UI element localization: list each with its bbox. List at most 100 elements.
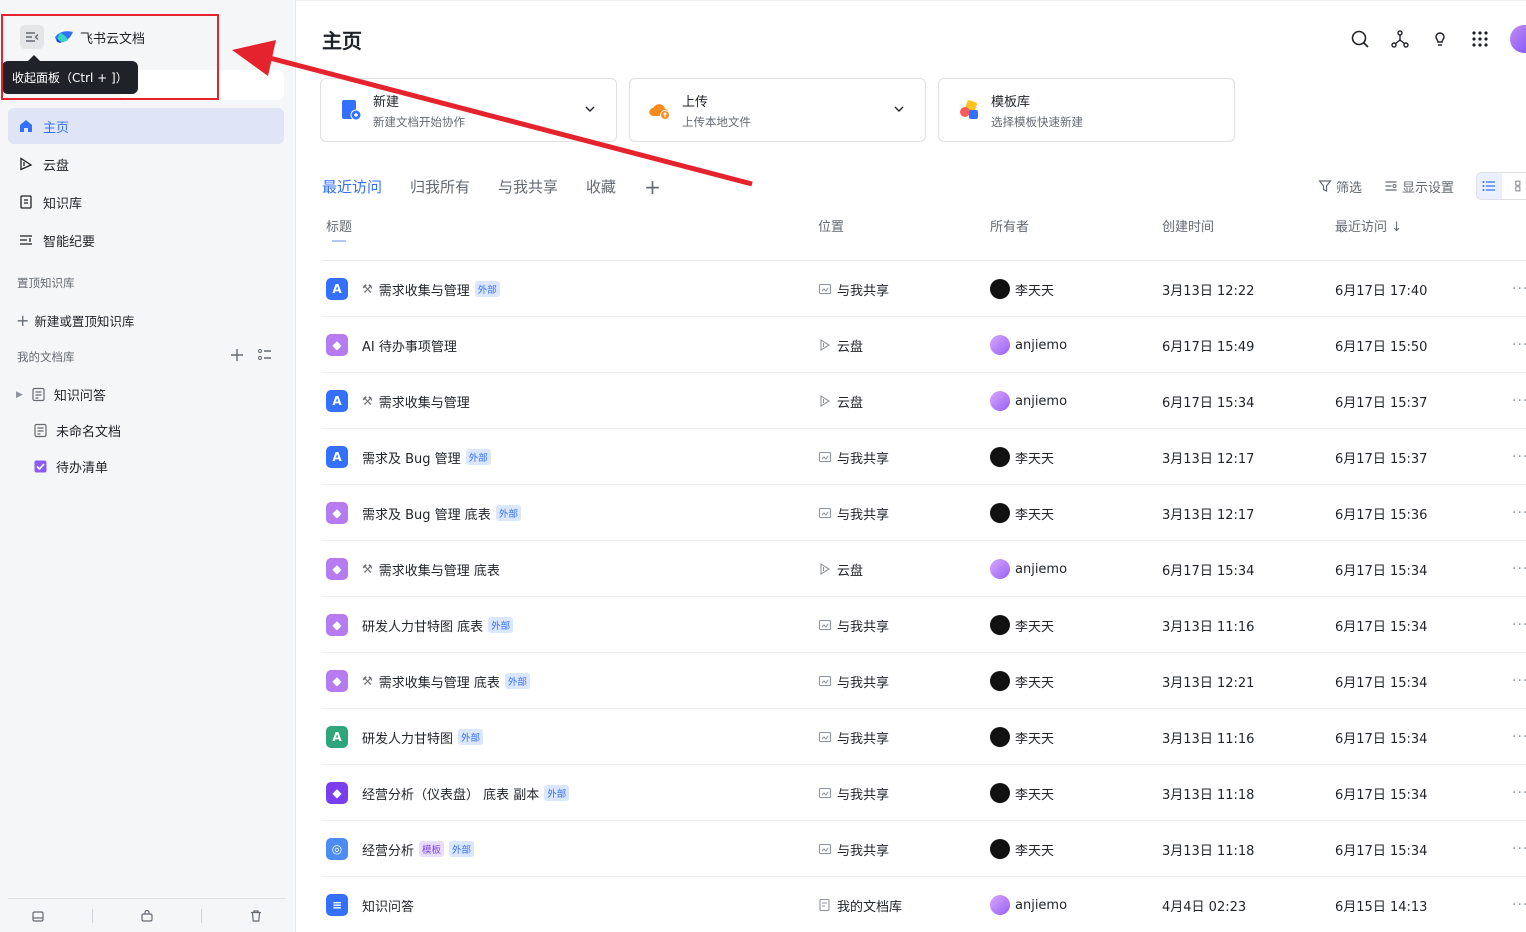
storage-icon[interactable] — [31, 909, 45, 923]
location-cell[interactable]: 与我共享 — [818, 709, 889, 765]
sidebar-item-drive[interactable]: 云盘 — [8, 146, 284, 182]
table-row[interactable]: A 需求及 Bug 管理 外部 与我共享 李天天 3月13日 12:17 6月17日 15:… — [322, 429, 1526, 485]
doc-title[interactable]: 研发人力甘特图 底表 外部 — [362, 616, 514, 635]
lock-bag-icon[interactable] — [140, 909, 154, 923]
lightbulb-icon[interactable] — [1430, 29, 1450, 49]
owner-cell[interactable]: anjiemo — [990, 541, 1067, 597]
row-more-button[interactable]: ··· — [1512, 597, 1526, 653]
sidebar-item-minutes[interactable]: 智能纪要 — [8, 222, 284, 258]
row-more-button[interactable]: ··· — [1512, 317, 1526, 373]
location-cell[interactable]: 与我共享 — [818, 261, 889, 317]
owner-cell[interactable]: 李天天 — [990, 261, 1054, 317]
doc-title[interactable]: 经营分析 模板 外部 — [362, 840, 475, 859]
table-row[interactable]: ◎ 经营分析 模板 外部 与我共享 李天天 3月13日 11:18 6月17日 15:34 ··… — [322, 821, 1526, 877]
location-cell[interactable]: 我的文档库 — [818, 877, 902, 932]
row-more-button[interactable]: ··· — [1512, 821, 1526, 877]
user-avatar[interactable] — [1510, 25, 1526, 53]
row-more-button[interactable]: ··· — [1512, 877, 1526, 932]
table-row[interactable]: A ⚒ 需求收集与管理 外部 与我共享 李天天 3月13日 12:22 6月17日 17:40… — [322, 261, 1526, 317]
owner-cell[interactable]: anjiemo — [990, 317, 1067, 373]
column-created[interactable]: 创建时间 — [1162, 216, 1214, 235]
collapse-panel-button[interactable] — [20, 25, 44, 49]
add-tab-button[interactable]: + — [644, 177, 661, 197]
table-row[interactable]: ◆ ⚒ 需求收集与管理 底表 云盘 anjiemo 6月17日 15:34 6月17日 15… — [322, 541, 1526, 597]
doc-title[interactable]: 需求及 Bug 管理 底表 外部 — [362, 504, 521, 523]
row-more-button[interactable]: ··· — [1512, 765, 1526, 821]
location-cell[interactable]: 与我共享 — [818, 429, 889, 485]
owner-cell[interactable]: 李天天 — [990, 429, 1054, 485]
location-cell[interactable]: 与我共享 — [818, 653, 889, 709]
tree-item-untitled[interactable]: 未命名文档 — [33, 421, 121, 440]
doc-title[interactable]: 需求及 Bug 管理 外部 — [362, 448, 491, 467]
location-cell[interactable]: 云盘 — [818, 541, 863, 597]
tree-item-todo[interactable]: 待办清单 — [33, 457, 108, 476]
location-cell[interactable]: 与我共享 — [818, 821, 889, 877]
doc-title[interactable]: 知识问答 — [362, 896, 414, 915]
doc-title[interactable]: AI 待办事项管理 — [362, 336, 457, 355]
search-icon[interactable] — [1350, 29, 1370, 49]
location-cell[interactable]: 云盘 — [818, 373, 863, 429]
table-row[interactable]: A ⚒ 需求收集与管理 云盘 anjiemo 6月17日 15:34 6月17日 15:37… — [322, 373, 1526, 429]
doc-title[interactable]: ⚒ 需求收集与管理 — [362, 392, 470, 411]
row-more-button[interactable]: ··· — [1512, 373, 1526, 429]
tab-recent[interactable]: 最近访问 — [322, 176, 382, 197]
owner-cell[interactable]: 李天天 — [990, 709, 1054, 765]
column-title[interactable]: 标题 — [326, 216, 352, 235]
location-cell[interactable]: 与我共享 — [818, 485, 889, 541]
row-more-button[interactable]: ··· — [1512, 261, 1526, 317]
row-more-button[interactable]: ··· — [1512, 709, 1526, 765]
owner-cell[interactable]: anjiemo — [990, 877, 1067, 932]
table-row[interactable]: ◆ 研发人力甘特图 底表 外部 与我共享 李天天 3月13日 11:16 6月17日 15:… — [322, 597, 1526, 653]
doc-title[interactable]: ⚒ 需求收集与管理 底表 外部 — [362, 672, 530, 691]
list-settings-icon[interactable] — [256, 346, 274, 364]
new-pinned-wiki-button[interactable]: + 新建或置顶知识库 — [16, 311, 134, 330]
network-icon[interactable] — [1390, 29, 1410, 49]
expand-arrow-icon[interactable]: ▶ — [16, 390, 23, 400]
chevron-down-icon[interactable] — [584, 103, 596, 115]
owner-cell[interactable]: 李天天 — [990, 653, 1054, 709]
sidebar-item-wiki[interactable]: 知识库 — [8, 184, 284, 220]
sidebar-search-input[interactable] — [120, 70, 284, 100]
table-row[interactable]: ◆ AI 待办事项管理 云盘 anjiemo 6月17日 15:49 6月17日 15:5… — [322, 317, 1526, 373]
table-row[interactable]: ◆ ⚒ 需求收集与管理 底表 外部 与我共享 李天天 3月13日 12:21 6月17日 15… — [322, 653, 1526, 709]
new-doc-card[interactable]: 新建 新建文档开始协作 — [320, 78, 617, 142]
template-library-card[interactable]: 模板库 选择模板快速新建 — [938, 78, 1235, 142]
table-row[interactable]: ◆ 经营分析（仪表盘） 底表 副本 外部 与我共享 李天天 3月13日 11:18 6月17… — [322, 765, 1526, 821]
location-cell[interactable]: 云盘 — [818, 317, 863, 373]
tab-owned[interactable]: 归我所有 — [410, 176, 470, 197]
trash-icon[interactable] — [249, 909, 263, 923]
table-row[interactable]: ≡ 知识问答 我的文档库 anjiemo 4月4日 02:23 6月15日 14:13 ··… — [322, 877, 1526, 932]
upload-card[interactable]: 上传 上传本地文件 — [629, 78, 926, 142]
row-more-button[interactable]: ··· — [1512, 429, 1526, 485]
owner-cell[interactable]: 李天天 — [990, 821, 1054, 877]
owner-cell[interactable]: 李天天 — [990, 485, 1054, 541]
app-grid-icon[interactable] — [1470, 29, 1490, 49]
doc-title[interactable]: ⚒ 需求收集与管理 底表 — [362, 560, 500, 579]
column-location[interactable]: 位置 — [818, 216, 844, 235]
grid-view-icon[interactable] — [1514, 179, 1526, 193]
display-settings-button[interactable]: 显示设置 — [1384, 177, 1454, 196]
sidebar-item-home[interactable]: 主页 — [8, 108, 284, 144]
owner-cell[interactable]: 李天天 — [990, 597, 1054, 653]
add-doc-icon[interactable] — [228, 346, 246, 364]
doc-title[interactable]: 经营分析（仪表盘） 底表 副本 外部 — [362, 784, 570, 803]
table-row[interactable]: ◆ 需求及 Bug 管理 底表 外部 与我共享 李天天 3月13日 12:17 6月17日 … — [322, 485, 1526, 541]
table-row[interactable]: A 研发人力甘特图 外部 与我共享 李天天 3月13日 11:16 6月17日 15:34 ·… — [322, 709, 1526, 765]
row-more-button[interactable]: ··· — [1512, 541, 1526, 597]
tab-favorites[interactable]: 收藏 — [586, 176, 616, 197]
owner-cell[interactable]: 李天天 — [990, 765, 1054, 821]
location-cell[interactable]: 与我共享 — [818, 597, 889, 653]
owner-cell[interactable]: anjiemo — [990, 373, 1067, 429]
doc-title[interactable]: ⚒ 需求收集与管理 外部 — [362, 280, 500, 299]
list-view-button[interactable] — [1477, 173, 1502, 199]
filter-button[interactable]: 筛选 — [1318, 177, 1362, 196]
location-cell[interactable]: 与我共享 — [818, 765, 889, 821]
tree-item-qa[interactable]: ▶ 知识问答 — [16, 385, 106, 404]
row-more-button[interactable]: ··· — [1512, 653, 1526, 709]
row-more-button[interactable]: ··· — [1512, 485, 1526, 541]
tab-shared[interactable]: 与我共享 — [498, 176, 558, 197]
doc-title[interactable]: 研发人力甘特图 外部 — [362, 728, 484, 747]
chevron-down-icon[interactable] — [893, 103, 905, 115]
column-owner[interactable]: 所有者 — [990, 216, 1029, 235]
column-last-visited[interactable]: 最近访问 ↓ — [1335, 216, 1402, 235]
